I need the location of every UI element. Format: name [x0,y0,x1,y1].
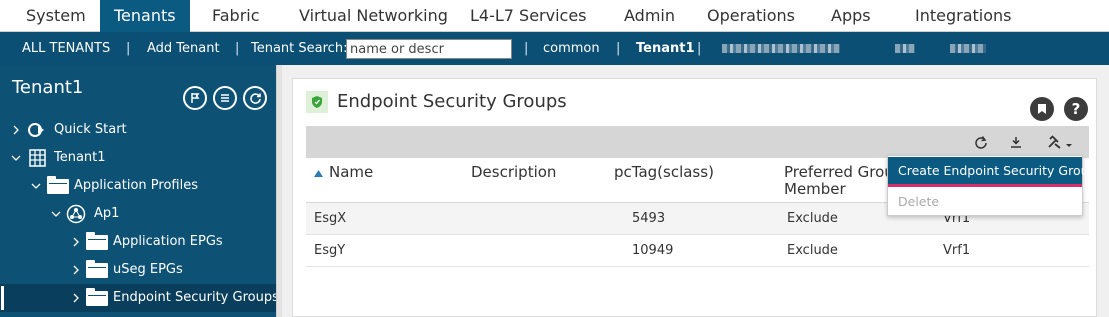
tenant-search-input[interactable] [346,39,512,59]
download-icon [1011,137,1021,148]
cell-pctag: 5493 [632,211,666,226]
cell-preferred: Exclude [787,243,838,258]
cell-name: EsgX [314,211,347,226]
tab-fabric[interactable]: Fabric [212,0,260,32]
chevron-right-icon[interactable] [71,237,81,247]
page-title: Endpoint Security Groups [337,91,567,112]
list-icon [221,94,229,102]
separator: | [524,41,529,56]
esg-badge [306,91,328,113]
separator: | [126,41,131,56]
tab-admin[interactable]: Admin [624,0,675,32]
tools-dropdown-menu: Create Endpoint Security Group Delete [887,155,1096,216]
refresh-icon [975,136,987,149]
tab-virtual-networking[interactable]: Virtual Networking [299,0,448,32]
folder-icon [86,260,108,278]
separator: | [616,41,621,56]
column-header-pctag[interactable]: pcTag(sclass) [614,164,714,181]
tree-item-label: uSeg EPGs [113,262,183,277]
sidebar-refresh-button[interactable] [243,86,267,110]
folder-icon [86,288,108,306]
column-header-description[interactable]: Description [471,164,556,181]
sidebar-list-button[interactable] [213,86,237,110]
tree-item-ap1[interactable]: Ap1 [0,200,276,228]
redacted-tenant-link[interactable] [722,44,840,53]
tools-icon [1048,135,1072,149]
chevron-down-icon[interactable] [51,209,61,219]
cell-preferred: Exclude [787,211,838,226]
sort-asc-icon[interactable] [314,170,323,177]
refresh-button[interactable] [972,134,990,150]
tree-item-label: Quick Start [54,122,127,137]
tenant-subnav: ALL TENANTS | Add Tenant | Tenant Search… [0,32,1109,65]
cell-name: EsgY [314,243,346,258]
tree-item-label: Endpoint Security Groups [113,290,279,305]
chevron-down-icon[interactable] [31,181,41,191]
download-button[interactable] [1007,134,1025,150]
top-navigation: System Tenants Fabric Virtual Networking… [0,0,1109,32]
chevron-down-icon[interactable] [11,153,21,163]
add-tenant-link[interactable]: Add Tenant [147,32,220,65]
table-toolbar [306,126,1089,158]
tenant-link-tenant1[interactable]: Tenant1 [636,32,695,65]
tenant-search-label: Tenant Search: [251,41,348,56]
column-header-line: Member [784,180,846,198]
tab-system[interactable]: System [26,0,86,32]
tab-integrations[interactable]: Integrations [915,0,1012,32]
redacted-tenant-link[interactable] [895,44,915,53]
navigation-sidebar: Tenant1 Quick Start Tenant1 Application … [0,65,279,317]
create-esg-menu-item[interactable]: Create Endpoint Security Group [888,157,1096,187]
delete-menu-item: Delete [898,194,940,209]
tenant-link-common[interactable]: common [543,32,600,65]
cell-vrf: Vrf1 [943,243,971,258]
tree-item-application-epgs[interactable]: Application EPGs [0,228,276,256]
chevron-right-icon[interactable] [71,265,81,275]
app-profile-icon [66,204,86,224]
building-icon [29,149,46,167]
column-header-preferred-group[interactable]: Preferred Group Member [784,164,894,198]
separator: | [235,41,240,56]
chevron-right-icon[interactable] [11,125,21,135]
tab-l4-l7-services[interactable]: L4-L7 Services [470,0,587,32]
tree-item-quick-start[interactable]: Quick Start [0,116,276,144]
flag-icon [191,93,200,103]
bookmark-icon [1038,104,1046,114]
folder-icon [47,176,69,194]
tree-item-label: Ap1 [94,206,120,221]
tree-item-tenant1[interactable]: Tenant1 [0,144,276,172]
sidebar-title: Tenant1 [12,77,84,98]
tab-apps[interactable]: Apps [831,0,871,32]
refresh-icon [249,92,261,104]
tree-item-label: Application Profiles [74,178,198,193]
tools-menu-button[interactable] [1046,134,1074,150]
bookmark-button[interactable] [1030,97,1054,121]
tree-item-label: Application EPGs [113,234,223,249]
folder-icon [86,232,108,250]
quick-start-icon [28,123,44,137]
sidebar-resize-handle[interactable] [276,65,282,317]
sidebar-flag-button[interactable] [183,86,207,110]
column-header-line: Preferred Group [784,164,894,181]
chevron-right-icon[interactable] [71,293,81,303]
table-row[interactable]: EsgY 10949 Exclude Vrf1 [306,235,1089,267]
tree-item-label: Tenant1 [54,150,106,165]
tab-tenants[interactable]: Tenants [100,0,190,32]
all-tenants-link[interactable]: ALL TENANTS [22,32,110,65]
separator: | [697,41,702,56]
shield-icon [312,96,322,108]
column-header-name[interactable]: Name [329,164,373,181]
help-button[interactable]: ? [1064,97,1088,121]
tree-item-useg-epgs[interactable]: uSeg EPGs [0,256,276,284]
help-icon: ? [1071,100,1081,118]
tab-operations[interactable]: Operations [707,0,795,32]
tree-item-endpoint-security-groups[interactable]: Endpoint Security Groups [0,284,279,312]
redacted-tenant-link[interactable] [950,44,986,53]
cell-pctag: 10949 [632,243,674,258]
tree-item-application-profiles[interactable]: Application Profiles [0,172,276,200]
